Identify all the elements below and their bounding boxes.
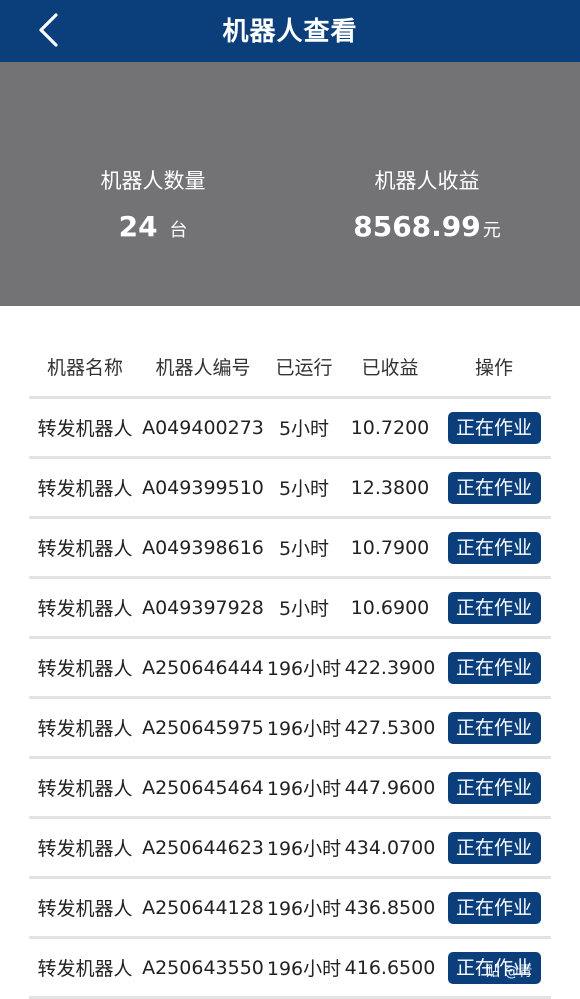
cell-runtime: 196小时 xyxy=(266,958,342,980)
cell-action: 正在作业 xyxy=(437,831,551,864)
cell-id: A049397928 xyxy=(142,596,264,619)
cell-name: 转发机器人 xyxy=(37,538,133,560)
working-status-button[interactable]: 正在作业 xyxy=(447,471,541,504)
robot-income-value: 8568.99 xyxy=(353,210,481,243)
cell-id: A049399510 xyxy=(142,476,264,499)
robot-count-unit: 台 xyxy=(169,220,188,241)
cell-id: A049398616 xyxy=(142,536,264,559)
cell-income: 436.8500 xyxy=(344,896,436,919)
cell-runtime: 196小时 xyxy=(266,718,342,740)
cell-id: A250644623 xyxy=(142,836,264,859)
cell-name: 转发机器人 xyxy=(37,478,133,500)
working-status-button[interactable]: 正在作业 xyxy=(447,411,541,444)
cell-name: 转发机器人 xyxy=(37,658,133,680)
cell-name: 转发机器人 xyxy=(37,718,133,740)
robot-income-stat: 机器人收益 8568.99 元 xyxy=(282,166,572,248)
cell-action: 正在作业 xyxy=(437,591,551,624)
table-header: 机器名称 机器人编号 已运行 已收益 操作 xyxy=(29,336,551,399)
cell-name: 转发机器人 xyxy=(37,778,133,800)
robot-count-value: 24 xyxy=(118,210,158,243)
cell-action: 正在作业 xyxy=(437,771,551,804)
header-runtime: 已运行 xyxy=(275,356,333,379)
robot-count-label: 机器人数量 xyxy=(100,169,206,193)
working-status-button[interactable]: 正在作业 xyxy=(447,891,541,924)
cell-income: 10.6900 xyxy=(350,596,430,619)
working-status-button[interactable]: 正在作业 xyxy=(447,531,541,564)
cell-action: 正在作业 xyxy=(437,471,551,504)
cell-income: 10.7900 xyxy=(350,536,430,559)
cell-income: 427.5300 xyxy=(344,716,436,739)
cell-action: 正在作业 xyxy=(437,531,551,564)
cell-name: 转发机器人 xyxy=(37,898,133,920)
cell-id: A250644128 xyxy=(142,896,264,919)
robot-count-stat: 机器人数量 24 台 xyxy=(8,166,298,248)
cell-name: 转发机器人 xyxy=(37,598,133,620)
cell-runtime: 196小时 xyxy=(266,838,342,860)
robot-income-unit: 元 xyxy=(482,220,501,241)
table-row: 转发机器人 A049400273 5小时 10.7200 正在作业 xyxy=(29,399,551,459)
header-action: 操作 xyxy=(474,356,513,379)
working-status-button[interactable]: 正在作业 xyxy=(447,831,541,864)
header-id: 机器人编号 xyxy=(155,356,251,379)
working-status-button[interactable]: 正在作业 xyxy=(447,651,541,684)
cell-name: 转发机器人 xyxy=(37,958,133,980)
cell-runtime: 5小时 xyxy=(278,538,330,560)
cell-action: 正在作业 xyxy=(437,651,551,684)
top-bar: 机器人查看 xyxy=(0,0,580,62)
summary-panel: 机器人数量 24 台 机器人收益 8568.99 元 xyxy=(0,62,580,306)
table-row: 转发机器人 A250644128 196小时 436.8500 正在作业 xyxy=(29,879,551,939)
cell-income: 10.7200 xyxy=(350,416,430,439)
table-row: 转发机器人 A049397928 5小时 10.6900 正在作业 xyxy=(29,579,551,639)
cell-id: A250645975 xyxy=(142,716,264,739)
table-row: 转发机器人 A049399510 5小时 12.3800 正在作业 xyxy=(29,459,551,519)
cell-income: 422.3900 xyxy=(344,656,436,679)
cell-id: A250643550 xyxy=(142,956,264,979)
cell-id: A250646444 xyxy=(142,656,264,679)
working-status-button[interactable]: 正在作业 xyxy=(447,771,541,804)
header-name: 机器名称 xyxy=(46,356,123,379)
watermark: 贴 @青 xyxy=(486,964,533,980)
cell-name: 转发机器人 xyxy=(37,838,133,860)
page-title: 机器人查看 xyxy=(222,16,358,47)
table-row: 转发机器人 A250645464 196小时 447.9600 正在作业 xyxy=(29,759,551,819)
cell-name: 转发机器人 xyxy=(37,418,133,440)
table-row: 转发机器人 A049398616 5小时 10.7900 正在作业 xyxy=(29,519,551,579)
table-row: 转发机器人 A250644623 196小时 434.0700 正在作业 xyxy=(29,819,551,879)
robot-income-label: 机器人收益 xyxy=(374,169,480,193)
table-body: 转发机器人 A049400273 5小时 10.7200 正在作业 转发机器人 A04939… xyxy=(29,399,551,999)
table-row: 转发机器人 A250643550 196小时 416.6500 正在作业 xyxy=(29,939,551,999)
robot-table: 机器名称 机器人编号 已运行 已收益 操作 转发机器人 A049400273 5小时… xyxy=(29,336,551,999)
cell-action: 正在作业 xyxy=(437,711,551,744)
cell-runtime: 196小时 xyxy=(266,658,342,680)
cell-action: 正在作业 xyxy=(437,411,551,444)
cell-runtime: 5小时 xyxy=(278,418,330,440)
cell-runtime: 196小时 xyxy=(266,778,342,800)
cell-income: 416.6500 xyxy=(344,956,436,979)
robot-income-value-line: 8568.99 元 xyxy=(282,210,572,248)
table-row: 转发机器人 A250646444 196小时 422.3900 正在作业 xyxy=(29,639,551,699)
cell-income: 447.9600 xyxy=(344,776,436,799)
cell-income: 12.3800 xyxy=(350,476,430,499)
cell-action: 正在作业 xyxy=(437,891,551,924)
cell-runtime: 5小时 xyxy=(278,478,330,500)
cell-runtime: 196小时 xyxy=(266,898,342,920)
working-status-button[interactable]: 正在作业 xyxy=(447,591,541,624)
cell-income: 434.0700 xyxy=(344,836,436,859)
cell-id: A250645464 xyxy=(142,776,264,799)
robot-count-value-line: 24 台 xyxy=(8,210,298,248)
table-row: 转发机器人 A250645975 196小时 427.5300 正在作业 xyxy=(29,699,551,759)
working-status-button[interactable]: 正在作业 xyxy=(447,711,541,744)
header-income: 已收益 xyxy=(361,356,419,379)
cell-id: A049400273 xyxy=(142,416,264,439)
cell-runtime: 5小时 xyxy=(278,598,330,620)
